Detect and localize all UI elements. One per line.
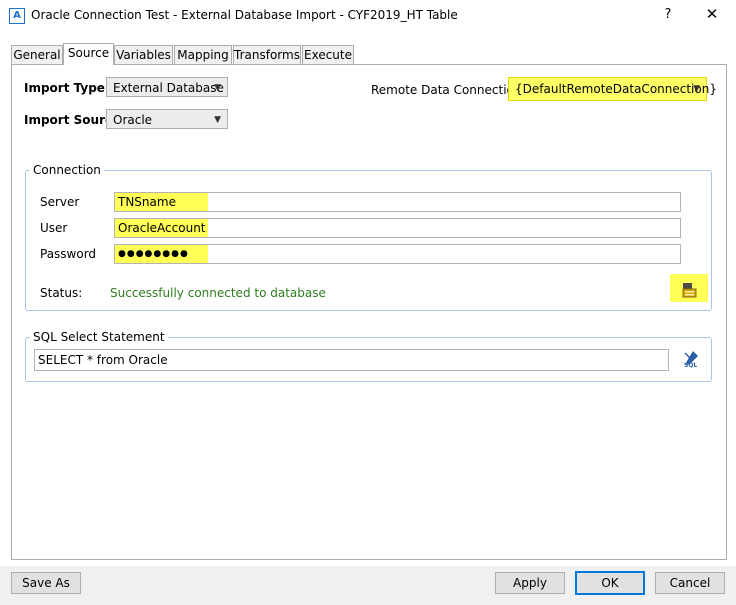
import-source-value: Oracle <box>113 113 153 127</box>
test-connection-button[interactable] <box>670 274 708 302</box>
chevron-down-icon: ▼ <box>214 115 221 125</box>
tab-variables[interactable]: Variables <box>114 45 173 64</box>
sql-group-title: SQL Select Statement <box>30 330 168 344</box>
test-connection-icon <box>682 283 697 298</box>
tab-transforms[interactable]: Transforms <box>233 45 301 64</box>
server-label: Server <box>40 195 80 209</box>
status-message: Successfully connected to database <box>110 286 326 300</box>
tab-mapping[interactable]: Mapping <box>174 45 232 64</box>
server-value: TNSname <box>115 193 208 211</box>
remote-connection-label: Remote Data Connection <box>371 83 522 97</box>
help-button[interactable]: ? <box>659 6 677 24</box>
remote-connection-value: {DefaultRemoteDataConnection} <box>515 82 717 96</box>
tab-general[interactable]: General <box>11 45 63 64</box>
sql-icon-text: SQL <box>684 362 698 369</box>
user-input[interactable]: OracleAccount <box>114 218 681 238</box>
import-type-label: Import Type <box>24 81 105 95</box>
connection-group-title: Connection <box>30 163 104 177</box>
sql-statement-input[interactable]: SELECT * from Oracle <box>34 349 669 371</box>
save-as-button[interactable]: Save As <box>11 572 81 594</box>
status-label: Status: <box>40 286 83 300</box>
password-label: Password <box>40 247 97 261</box>
import-source-select[interactable]: Oracle ▼ <box>106 109 228 129</box>
user-value: OracleAccount <box>115 219 208 237</box>
tab-panel-source <box>11 64 727 560</box>
window-title: Oracle Connection Test - External Databa… <box>31 8 458 22</box>
app-icon: A <box>9 8 25 24</box>
import-type-select[interactable]: External Database ▼ <box>106 77 228 97</box>
sql-editor-button[interactable]: SQL <box>680 348 702 372</box>
chevron-down-icon: ▼ <box>693 84 700 94</box>
user-label: User <box>40 221 68 235</box>
import-type-value: External Database <box>113 81 224 95</box>
title-bar: A Oracle Connection Test - External Data… <box>0 0 736 33</box>
apply-button[interactable]: Apply <box>495 572 565 594</box>
password-value: ●●●●●●●● <box>115 245 208 263</box>
server-input[interactable]: TNSname <box>114 192 681 212</box>
password-input[interactable]: ●●●●●●●● <box>114 244 681 264</box>
remote-connection-select[interactable]: {DefaultRemoteDataConnection} ▼ <box>508 77 717 101</box>
chevron-down-icon: ▼ <box>214 83 221 93</box>
ok-button[interactable]: OK <box>575 571 645 595</box>
tab-execute[interactable]: Execute <box>302 45 354 64</box>
close-button[interactable]: ✕ <box>703 5 721 23</box>
cancel-button[interactable]: Cancel <box>655 572 725 594</box>
tab-source[interactable]: Source <box>63 43 114 65</box>
